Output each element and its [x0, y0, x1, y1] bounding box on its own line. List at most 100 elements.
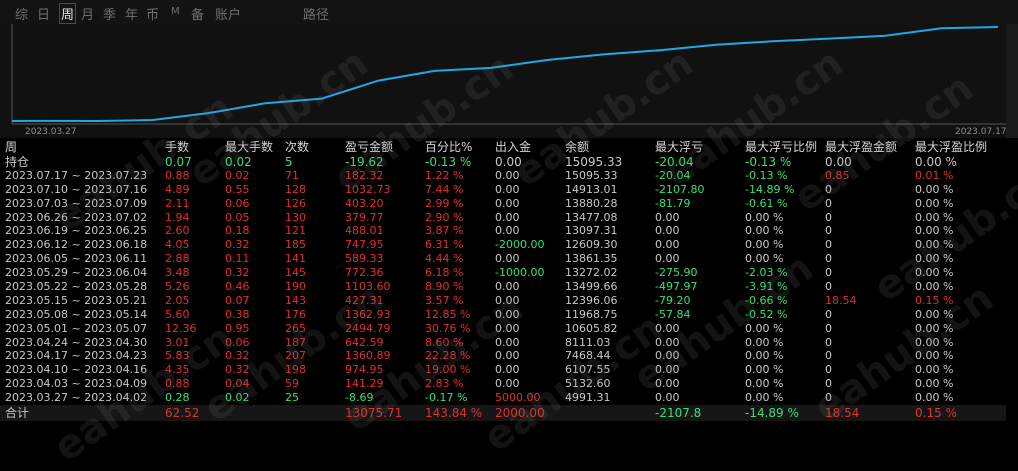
- cell-max_fp_pct: 0.00 %: [915, 238, 954, 252]
- table-row[interactable]: 2023.05.08 ~ 2023.05.14 5.60 0.38 176 1362.9…: [0, 308, 1006, 322]
- cell-io: 0.00: [495, 182, 520, 196]
- table-row[interactable]: 2023.05.29 ~ 2023.06.04 3.48 0.32 145 772.36…: [0, 266, 1006, 280]
- cell-max_lots: 0.32: [225, 363, 250, 377]
- cell-max_fp: 0.85: [825, 168, 850, 182]
- cell-max_lots: 0.04: [225, 377, 250, 391]
- cell-max_fp: 0: [825, 266, 832, 280]
- cell-max_fp: 0: [825, 196, 832, 210]
- balance-chart-svg: 2023.03.27 2023.07.17: [11, 24, 1006, 137]
- total-io: 2000.00: [495, 406, 545, 421]
- cell-balance: 12396.06: [565, 293, 618, 307]
- cell-balance: 12609.30: [565, 238, 618, 252]
- cell-max_dd_pct: -0.52 %: [745, 307, 788, 321]
- total-label: 合计: [5, 406, 30, 421]
- cell-period: 2023.04.03 ~ 2023.04.09: [5, 377, 148, 391]
- cell-lots: 0.28: [165, 391, 190, 405]
- cell-max_lots: 0.46: [225, 280, 250, 294]
- table-row[interactable]: 2023.07.17 ~ 2023.07.23 0.88 0.02 71 182.32 1…: [0, 169, 1006, 183]
- chart-start-label: 2023.03.27: [25, 127, 77, 137]
- cell-period: 2023.06.19 ~ 2023.06.25: [5, 224, 148, 238]
- table-row[interactable]: 2023.04.24 ~ 2023.04.30 3.01 0.06 187 642.59…: [0, 336, 1006, 350]
- tab-6[interactable]: 币: [146, 4, 159, 23]
- holding-balance: 15095.33: [565, 155, 623, 169]
- cell-max_dd_pct: 0.00 %: [745, 335, 784, 349]
- cell-pnl: 488.01: [345, 224, 384, 238]
- cell-balance: 13880.28: [565, 196, 618, 210]
- tab-7[interactable]: M: [171, 6, 180, 17]
- table-row[interactable]: 2023.04.17 ~ 2023.04.23 5.83 0.32 207 1360.8…: [0, 349, 1006, 363]
- cell-max_lots: 0.02: [225, 168, 250, 182]
- tab-4[interactable]: 季: [103, 4, 116, 23]
- cell-period: 2023.04.24 ~ 2023.04.30: [5, 335, 148, 349]
- cell-lots: 4.89: [165, 182, 190, 196]
- total-max-fp-pct: 0.15 %: [915, 406, 957, 421]
- cell-max_lots: 0.55: [225, 182, 250, 196]
- table-row[interactable]: 2023.03.27 ~ 2023.04.02 0.28 0.02 25 -8.69 -0…: [0, 391, 1006, 405]
- cell-pnl: 427.31: [345, 293, 384, 307]
- total-pct: 143.84 %: [425, 406, 483, 421]
- table-row[interactable]: 2023.04.10 ~ 2023.04.16 4.35 0.32 198 974.95…: [0, 363, 1006, 377]
- table-row[interactable]: 2023.05.22 ~ 2023.05.28 5.26 0.46 190 1103.6…: [0, 280, 1006, 294]
- cell-count: 145: [285, 266, 306, 280]
- column-header: 最大浮盈金额: [825, 140, 898, 154]
- table-row[interactable]: 2023.05.15 ~ 2023.05.21 2.05 0.07 143 427.31…: [0, 294, 1006, 308]
- cell-max_dd_pct: 0.00 %: [745, 349, 784, 363]
- holding-pct: -0.13 %: [425, 155, 472, 169]
- cell-count: 126: [285, 196, 306, 210]
- holding-max_fp: 0.00: [825, 155, 852, 169]
- tab-1[interactable]: 日: [37, 4, 50, 23]
- table-row[interactable]: 2023.07.03 ~ 2023.07.09 2.11 0.06 126 403.20…: [0, 197, 1006, 211]
- cell-period: 2023.06.26 ~ 2023.07.02: [5, 210, 148, 224]
- tab-3[interactable]: 月: [81, 4, 94, 23]
- cell-max_fp: 0: [825, 210, 832, 224]
- tab-10[interactable]: 路径: [303, 4, 329, 23]
- cell-pct: 3.57 %: [425, 293, 464, 307]
- holding-io: 0.00: [495, 155, 522, 169]
- table-row[interactable]: 2023.04.03 ~ 2023.04.09 0.88 0.04 59 141.29 2…: [0, 377, 1006, 391]
- cell-io: 0.00: [495, 224, 520, 238]
- cell-pnl: 974.95: [345, 363, 384, 377]
- cell-lots: 0.88: [165, 377, 190, 391]
- cell-pct: 7.44 %: [425, 182, 464, 196]
- tab-5[interactable]: 年: [125, 4, 138, 23]
- table-row[interactable]: 2023.06.26 ~ 2023.07.02 1.94 0.05 130 379.77…: [0, 211, 1006, 225]
- cell-count: 25: [285, 391, 299, 405]
- holding-row[interactable]: 持仓 0.07 0.02 5 -19.62 -0.13 % 0.00 15095.33 -20.…: [0, 155, 1006, 169]
- tab-0[interactable]: 综: [15, 4, 28, 23]
- period-tab-bar: 综日周月季年币 M 备账户 路径: [0, 0, 1018, 24]
- cell-pct: -0.17 %: [425, 391, 468, 405]
- table-row[interactable]: 2023.06.12 ~ 2023.06.18 4.05 0.32 185 747.95…: [0, 238, 1006, 252]
- cell-max_dd: -57.84: [655, 307, 691, 321]
- table-row[interactable]: 2023.06.19 ~ 2023.06.25 2.60 0.18 121 488.01…: [0, 224, 1006, 238]
- cell-period: 2023.05.29 ~ 2023.06.04: [5, 266, 148, 280]
- cell-pct: 22.28 %: [425, 349, 471, 363]
- cell-lots: 3.01: [165, 335, 190, 349]
- cell-pnl: 772.36: [345, 266, 384, 280]
- cell-max_fp: 0: [825, 224, 832, 238]
- cell-max_fp_pct: 0.00 %: [915, 335, 954, 349]
- cell-max_dd_pct: -3.91 %: [745, 280, 788, 294]
- tab-9[interactable]: 账户: [215, 4, 241, 23]
- cell-pct: 2.83 %: [425, 377, 464, 391]
- column-header: 余额: [565, 140, 590, 154]
- tab-8[interactable]: 备: [191, 4, 204, 23]
- tab-2[interactable]: 周: [59, 3, 77, 24]
- cell-max_dd_pct: 0.00 %: [745, 363, 784, 377]
- cell-balance: 5132.60: [565, 377, 611, 391]
- cell-max_dd_pct: 0.00 %: [745, 210, 784, 224]
- cell-io: -2000.00: [495, 238, 545, 252]
- holding-lots: 0.07: [165, 155, 192, 169]
- cell-max_fp_pct: 0.00 %: [915, 363, 954, 377]
- table-row[interactable]: 2023.06.05 ~ 2023.06.11 2.88 0.11 141 589.33…: [0, 252, 1006, 266]
- cell-max_fp_pct: 0.00 %: [915, 321, 954, 335]
- cell-period: 2023.04.10 ~ 2023.04.16: [5, 363, 148, 377]
- cell-max_dd: -20.04: [655, 168, 691, 182]
- chart-scrollbar[interactable]: [1006, 24, 1018, 138]
- cell-pnl: 379.77: [345, 210, 384, 224]
- cell-balance: 13477.08: [565, 210, 618, 224]
- cell-pnl: 141.29: [345, 377, 384, 391]
- table-row[interactable]: 2023.07.10 ~ 2023.07.16 4.89 0.55 128 1032.7…: [0, 183, 1006, 197]
- cell-max_dd: 0.00: [655, 363, 680, 377]
- table-row[interactable]: 2023.05.01 ~ 2023.05.07 12.36 0.95 265 2494.…: [0, 322, 1006, 336]
- cell-max_fp: 0: [825, 335, 832, 349]
